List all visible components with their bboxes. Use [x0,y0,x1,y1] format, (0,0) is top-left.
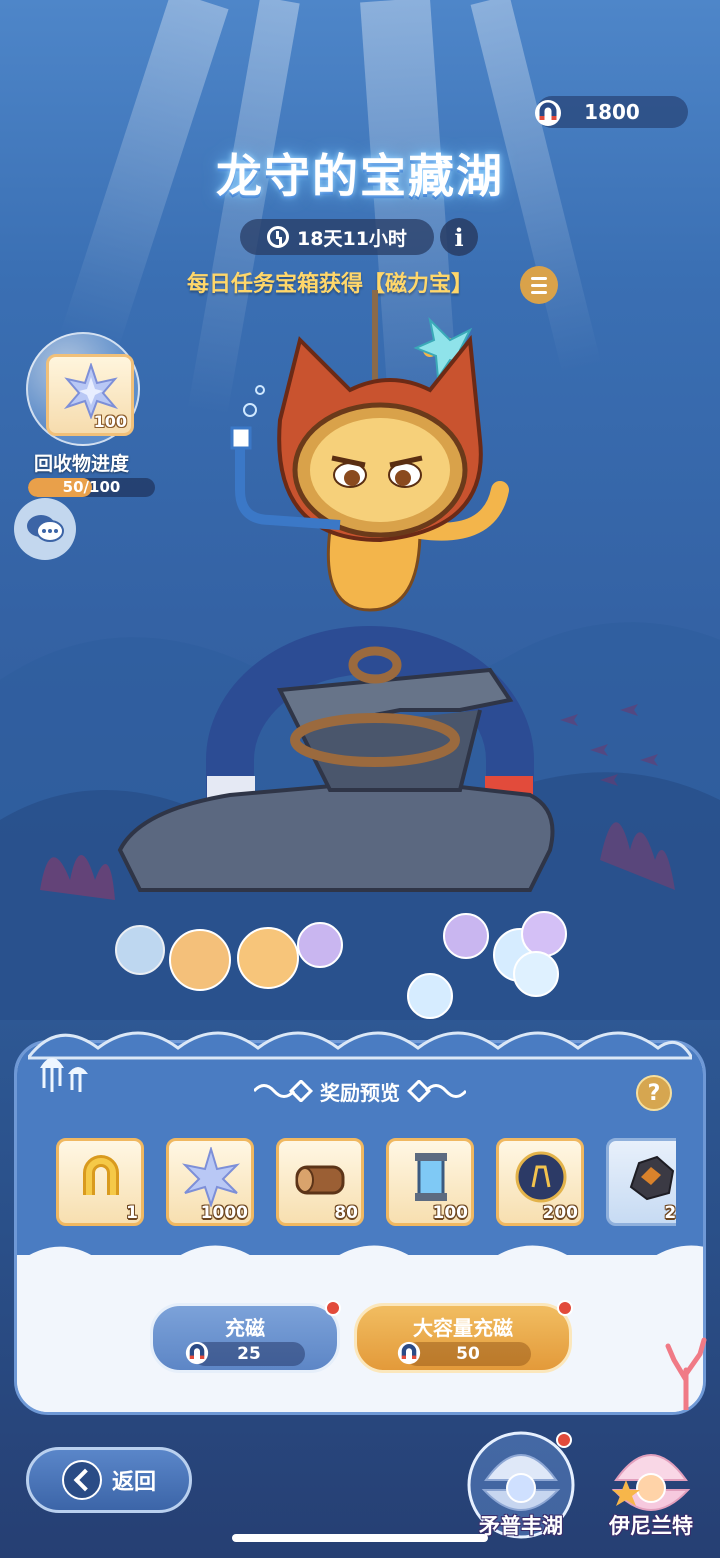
reward-qty: 1 [126,1203,138,1223]
clock-icon [267,226,290,248]
wood-log-icon [295,1165,345,1195]
chat-icon [27,515,64,542]
charge-cost: 25 [185,1341,305,1366]
magnet-icon [535,100,561,126]
reward-list: 1 1000 80 100 200 25 [56,1138,676,1230]
energy-canister-icon [415,1153,447,1201]
panel-crest [28,1031,692,1060]
list-icon [531,276,547,280]
notification-dot [325,1300,341,1316]
currency-amount: 1800 [584,100,640,124]
lake-label-2: 伊尼兰特 [609,1514,693,1538]
panel-wave [17,1245,703,1283]
help-button[interactable]: ? [636,1075,672,1111]
reward-item[interactable]: 1 [56,1138,144,1226]
gold-magnet-icon [83,1155,119,1195]
reward-qty: 25 [664,1203,676,1223]
big-charge-label: 大容量充磁 [413,1316,513,1340]
page-title: 龙守的宝藏湖 [216,149,504,203]
notification-dot [556,1432,572,1448]
back-button[interactable]: 返回 [26,1447,192,1513]
lake-button-1[interactable]: 矛普丰湖 [466,1430,576,1540]
reward-item[interactable]: 200 [496,1138,584,1226]
reward-qty: 200 [542,1203,579,1223]
title-ornament-right [406,1080,466,1102]
home-indicator[interactable] [232,1534,488,1542]
back-label: 返回 [111,1470,156,1495]
chat-button[interactable] [14,498,76,560]
lake-button-2[interactable]: 伊尼兰特 [596,1430,706,1540]
reward-qty: 80 [334,1203,358,1223]
jellyfish-icon [40,1058,88,1092]
reward-item[interactable]: 80 [276,1138,364,1226]
magnet-icon [185,1341,209,1365]
currency-display: 1800 [535,96,688,128]
back-arrow-icon [61,1460,102,1500]
reward-item[interactable]: 100 [386,1138,474,1226]
reward-item[interactable]: 25 [606,1138,676,1226]
magnet-icon [397,1341,421,1365]
reward-qty: 100 [432,1203,469,1223]
notification-dot [557,1300,573,1316]
ore-chunk-icon [629,1155,675,1201]
orb-rune-icon [515,1151,567,1203]
coral-icon [665,1337,707,1410]
reward-item[interactable]: 1000 [166,1138,254,1226]
info-button[interactable]: i [440,218,478,256]
big-charge-cost: 50 [397,1341,531,1366]
reward-qty: 1000 [200,1203,248,1223]
crystal-star-icon [181,1147,241,1207]
diver-cat-character[interactable] [100,290,560,910]
charge-label: 充磁 [225,1316,265,1340]
charge-button[interactable]: 充磁 25 [150,1300,341,1373]
timer-text: 18天11小时 [297,227,407,250]
big-charge-button[interactable]: 大容量充磁 50 [354,1300,573,1373]
event-timer: 18天11小时 [240,219,434,255]
